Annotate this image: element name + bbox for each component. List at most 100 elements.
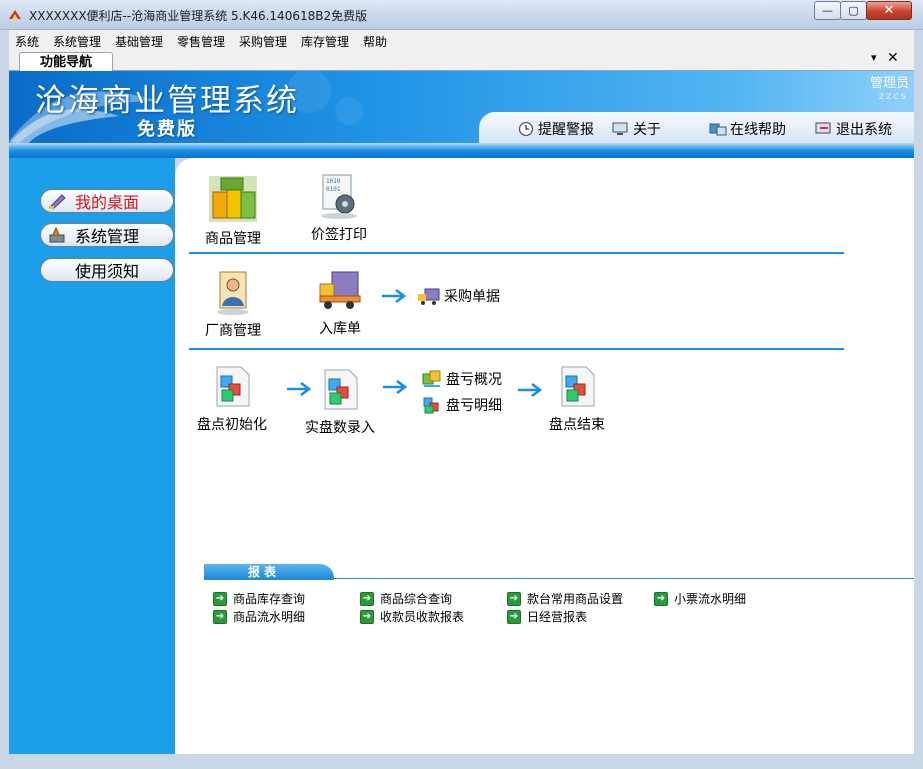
minimize-button[interactable]: — bbox=[814, 1, 841, 20]
fn-purchase-documents[interactable]: 采购单据 bbox=[417, 286, 500, 306]
user-name: zzcs bbox=[878, 91, 908, 102]
report-label: 收款员收款报表 bbox=[380, 610, 465, 624]
clock-icon bbox=[518, 121, 534, 137]
fn-stocktake-entry-label: 实盘数录入 bbox=[305, 420, 375, 436]
menu-retail-management[interactable]: 零售管理 bbox=[177, 33, 225, 50]
close-window-button[interactable]: ✕ bbox=[866, 1, 912, 20]
fn-price-tag-print-label: 价签打印 bbox=[311, 227, 367, 243]
nav-system-management-label: 系统管理 bbox=[75, 227, 140, 246]
app-banner: 沧海商业管理系统 免费版 管理员 zzcs 提醒警报 关于 在线帮助 退出系统 bbox=[9, 71, 914, 143]
nav-usage-notes-label: 使用须知 bbox=[74, 262, 139, 281]
menu-system-management[interactable]: 系统管理 bbox=[53, 33, 101, 50]
fn-stock-in-order[interactable]: 入库单 bbox=[316, 266, 364, 338]
delivery-truck-icon bbox=[319, 271, 361, 309]
reports-section-header: 报表 bbox=[204, 564, 914, 580]
toolbar-online-help-label: 在线帮助 bbox=[730, 122, 786, 138]
fn-stocktake-init-label: 盘点初始化 bbox=[197, 417, 267, 433]
menu-help[interactable]: 帮助 bbox=[363, 33, 387, 50]
tab-strip: 功能导航 ▾ ✕ bbox=[9, 50, 914, 72]
fn-loss-overview[interactable]: 盘亏概况 bbox=[421, 369, 502, 389]
green-arrow-icon: ➔ bbox=[360, 609, 374, 624]
arrow-right-icon bbox=[383, 380, 408, 394]
toolbar-about[interactable]: 关于 bbox=[612, 119, 661, 139]
fn-supplier-management[interactable]: 厂商管理 bbox=[205, 268, 261, 340]
fn-stock-in-order-label: 入库单 bbox=[319, 321, 361, 337]
report-label: 日经营报表 bbox=[527, 610, 588, 624]
green-arrow-icon: ➔ bbox=[654, 591, 668, 606]
reports-title: 报表 bbox=[204, 564, 334, 580]
green-arrow-icon: ➔ bbox=[360, 591, 374, 606]
report-label: 商品流水明细 bbox=[233, 610, 306, 624]
banner-stripe bbox=[9, 143, 914, 158]
fn-loss-overview-label: 盘亏概况 bbox=[446, 372, 502, 388]
loss-overview-icon bbox=[422, 370, 441, 387]
fn-purchase-documents-label: 采购单据 bbox=[444, 289, 500, 305]
green-arrow-icon: ➔ bbox=[213, 609, 227, 624]
toolbar-alerts-label: 提醒警报 bbox=[538, 122, 594, 138]
maximize-button[interactable]: ▢ bbox=[840, 1, 867, 20]
stocktake-cubes-icon bbox=[561, 366, 595, 407]
fn-supplier-management-label: 厂商管理 bbox=[205, 323, 261, 339]
menu-inventory-management[interactable]: 库存管理 bbox=[301, 33, 349, 50]
toolbar-about-label: 关于 bbox=[633, 122, 661, 138]
menu-basic-management[interactable]: 基础管理 bbox=[115, 33, 163, 50]
toolbar-online-help[interactable]: 在线帮助 bbox=[709, 119, 786, 139]
toolbar-exit[interactable]: 退出系统 bbox=[815, 119, 892, 139]
svg-text:0101: 0101 bbox=[326, 186, 341, 193]
report-cashier-collection[interactable]: ➔ 收款员收款报表 bbox=[360, 608, 464, 625]
fn-stocktake-finish-label: 盘点结束 bbox=[549, 417, 605, 433]
report-daily-operations[interactable]: ➔ 日经营报表 bbox=[507, 608, 587, 625]
fn-price-tag-print[interactable]: 1010 0101 价签打印 bbox=[311, 172, 367, 244]
stocktake-cubes-icon bbox=[324, 369, 358, 410]
report-product-flow-detail[interactable]: ➔ 商品流水明细 bbox=[213, 608, 305, 625]
desktop-content: 商品管理 1010 0101 价签打印 厂商管理 入库单 采购单据 盘点初始化 … bbox=[175, 158, 914, 754]
divider-row1 bbox=[189, 252, 844, 254]
left-nav-panel: 我的桌面 系统管理 使用须知 bbox=[9, 158, 175, 754]
nav-system-management[interactable]: 系统管理 bbox=[40, 223, 174, 247]
help-icon bbox=[709, 123, 727, 136]
brush-icon bbox=[49, 194, 66, 210]
app-edition: 免费版 bbox=[137, 119, 197, 140]
small-truck-icon bbox=[418, 288, 440, 305]
user-role: 管理员 bbox=[869, 76, 909, 91]
report-counter-common-items[interactable]: ➔ 款台常用商品设置 bbox=[507, 590, 623, 607]
nav-usage-notes[interactable]: 使用须知 bbox=[40, 258, 174, 282]
price-tag-print-icon: 1010 0101 bbox=[321, 174, 357, 219]
report-label: 商品综合查询 bbox=[380, 592, 453, 606]
loss-details-icon bbox=[423, 397, 439, 414]
fn-stocktake-init[interactable]: 盘点初始化 bbox=[197, 364, 267, 434]
report-label: 商品库存查询 bbox=[233, 592, 306, 606]
arrow-right-icon bbox=[518, 383, 543, 397]
fn-product-management-label: 商品管理 bbox=[205, 231, 261, 247]
supplier-person-icon bbox=[217, 271, 249, 315]
tools-icon bbox=[49, 226, 65, 243]
window-titlebar: XXXXXXX便利店--沧海商业管理系统 5.K46.140618B2免费版 —… bbox=[0, 0, 923, 30]
window-title: XXXXXXX便利店--沧海商业管理系统 5.K46.140618B2免费版 bbox=[29, 9, 368, 23]
green-arrow-icon: ➔ bbox=[507, 591, 521, 606]
report-product-general-query[interactable]: ➔ 商品综合查询 bbox=[360, 590, 452, 607]
menu-system[interactable]: 系统 bbox=[15, 33, 39, 50]
tab-close-icon[interactable]: ✕ bbox=[887, 50, 899, 66]
fn-loss-details[interactable]: 盘亏明细 bbox=[421, 395, 502, 415]
fn-stocktake-finish[interactable]: 盘点结束 bbox=[549, 364, 605, 434]
fn-product-management[interactable]: 商品管理 bbox=[205, 174, 261, 248]
nav-my-desktop[interactable]: 我的桌面 bbox=[40, 189, 174, 213]
toolbar-alerts[interactable]: 提醒警报 bbox=[517, 119, 594, 139]
menu-purchase-management[interactable]: 采购管理 bbox=[239, 33, 287, 50]
report-receipt-flow-detail[interactable]: ➔ 小票流水明细 bbox=[654, 590, 746, 607]
product-boxes-icon bbox=[209, 176, 257, 222]
tab-function-navigation[interactable]: 功能导航 bbox=[19, 52, 113, 72]
divider-row2 bbox=[189, 348, 844, 350]
banner-toolbar: 提醒警报 关于 在线帮助 退出系统 bbox=[479, 112, 914, 143]
tab-list-dropdown-icon[interactable]: ▾ bbox=[871, 51, 877, 64]
fn-loss-details-label: 盘亏明细 bbox=[446, 398, 502, 414]
computer-icon bbox=[612, 122, 628, 135]
report-product-stock-query[interactable]: ➔ 商品库存查询 bbox=[213, 590, 305, 607]
toolbar-exit-label: 退出系统 bbox=[836, 122, 892, 138]
app-name: 沧海商业管理系统 bbox=[35, 83, 299, 119]
fn-stocktake-entry[interactable]: 实盘数录入 bbox=[305, 367, 375, 437]
menu-bar: 系统 系统管理 基础管理 零售管理 采购管理 库存管理 帮助 bbox=[9, 30, 914, 50]
green-arrow-icon: ➔ bbox=[213, 591, 227, 606]
report-label: 小票流水明细 bbox=[674, 592, 747, 606]
green-arrow-icon: ➔ bbox=[507, 609, 521, 624]
